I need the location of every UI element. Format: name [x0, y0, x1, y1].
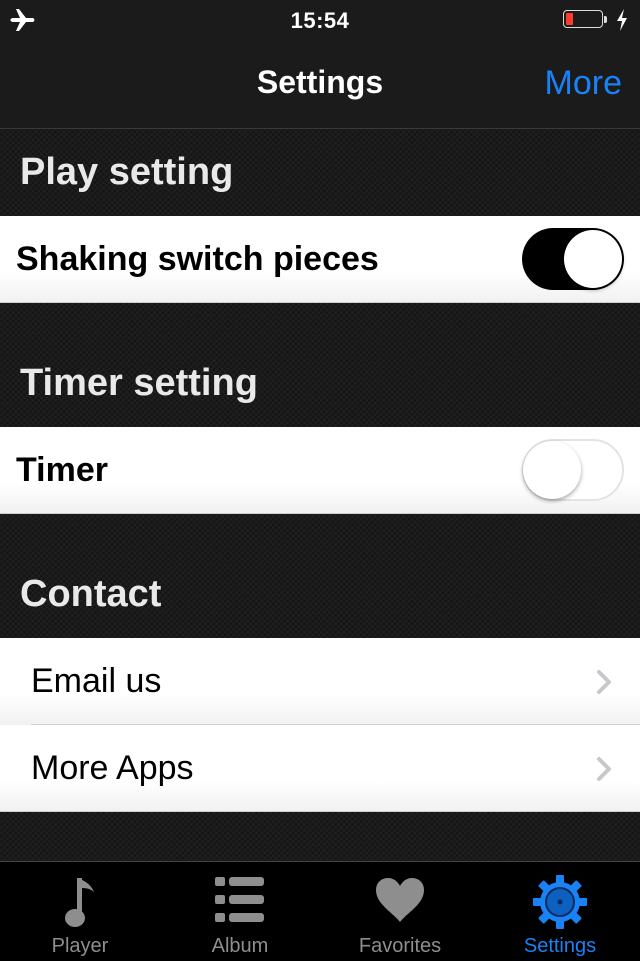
timer-toggle[interactable] — [522, 439, 624, 501]
shaking-switch-row: Shaking switch pieces — [0, 216, 640, 303]
more-button[interactable]: More — [545, 64, 622, 103]
tab-album[interactable]: Album — [160, 862, 320, 961]
charging-bolt-icon — [617, 9, 627, 31]
heart-icon — [376, 878, 424, 922]
toggle-knob — [564, 230, 622, 288]
list-icon — [215, 877, 264, 922]
settings-list: Play setting Shaking switch pieces Timer… — [0, 129, 640, 861]
status-time: 15:54 — [290, 8, 350, 33]
section-header-timer-setting: Timer setting — [20, 362, 258, 404]
email-us-label: Email us — [31, 662, 162, 700]
shaking-switch-label: Shaking switch pieces — [16, 239, 379, 278]
more-apps-row[interactable]: More Apps — [0, 725, 640, 812]
timer-row: Timer — [0, 427, 640, 514]
timer-label: Timer — [16, 450, 108, 489]
tab-player[interactable]: Player — [0, 862, 160, 961]
gear-icon — [533, 875, 587, 929]
tab-bar: Player Album Favorites Settings — [0, 861, 640, 961]
navigation-bar: Settings More — [0, 40, 640, 129]
email-us-row[interactable]: Email us — [0, 638, 640, 725]
chevron-right-icon — [597, 757, 611, 781]
section-header-play-setting: Play setting — [20, 151, 234, 193]
section-header-contact: Contact — [20, 573, 162, 615]
music-note-icon — [65, 878, 94, 927]
chevron-right-icon — [597, 670, 611, 694]
shaking-switch-toggle[interactable] — [522, 228, 624, 290]
battery-low-icon — [563, 10, 609, 30]
tab-player-label: Player — [51, 935, 109, 957]
toggle-knob — [523, 441, 581, 499]
tab-favorites[interactable]: Favorites — [320, 862, 480, 961]
tab-settings-label: Settings — [523, 935, 597, 957]
tab-favorites-label: Favorites — [358, 935, 442, 957]
tab-settings[interactable]: Settings — [480, 862, 640, 961]
more-apps-label: More Apps — [31, 748, 194, 787]
status-bar: 15:54 — [0, 0, 640, 40]
tab-album-label: Album — [211, 935, 269, 957]
